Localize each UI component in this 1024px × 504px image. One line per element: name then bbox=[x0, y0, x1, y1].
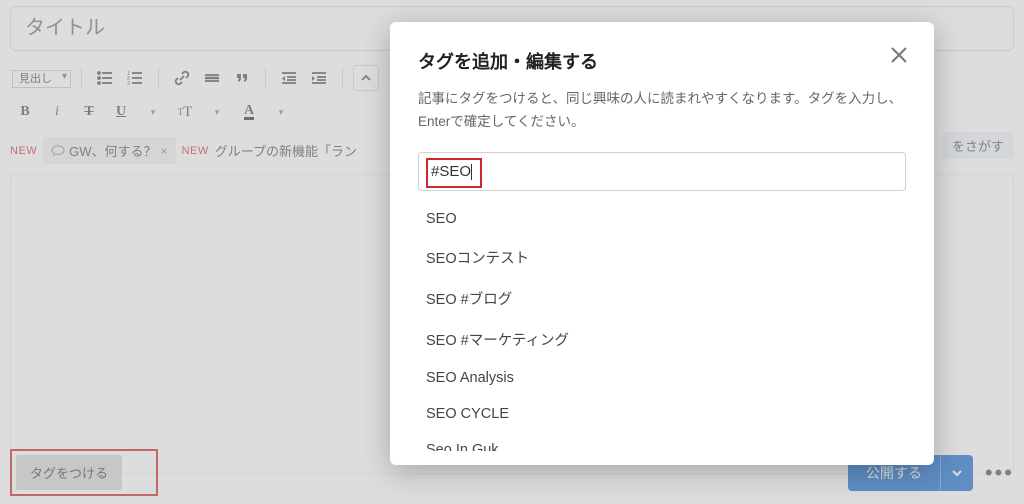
tag-suggestion-list[interactable]: SEO SEOコンテスト SEO #ブログ SEO #マーケティング SEO A… bbox=[418, 201, 906, 451]
tag-input-row[interactable]: #SEO bbox=[418, 152, 906, 191]
modal-title: タグを追加・編集する bbox=[418, 48, 906, 74]
tag-suggestion-item[interactable]: SEO #ブログ bbox=[418, 278, 906, 319]
modal-description: 記事にタグをつけると、同じ興味の人に読まれやすくなります。タグを入力し、Ente… bbox=[418, 88, 906, 134]
tag-suggestion-item[interactable]: SEO bbox=[418, 201, 906, 237]
tag-suggestion-item[interactable]: SEO Analysis bbox=[418, 360, 906, 396]
tag-edit-modal: タグを追加・編集する 記事にタグをつけると、同じ興味の人に読まれやすくなります。… bbox=[390, 22, 934, 465]
tag-suggestion-item[interactable]: Seo In Guk bbox=[418, 432, 906, 451]
tag-suggestion-item[interactable]: SEOコンテスト bbox=[418, 237, 906, 278]
tag-input[interactable]: #SEO bbox=[431, 163, 471, 180]
tag-suggestion-item[interactable]: SEO CYCLE bbox=[418, 396, 906, 432]
close-button[interactable] bbox=[888, 44, 912, 68]
text-caret bbox=[471, 164, 472, 180]
tag-suggestion-item[interactable]: SEO #マーケティング bbox=[418, 319, 906, 360]
close-icon bbox=[888, 44, 910, 66]
